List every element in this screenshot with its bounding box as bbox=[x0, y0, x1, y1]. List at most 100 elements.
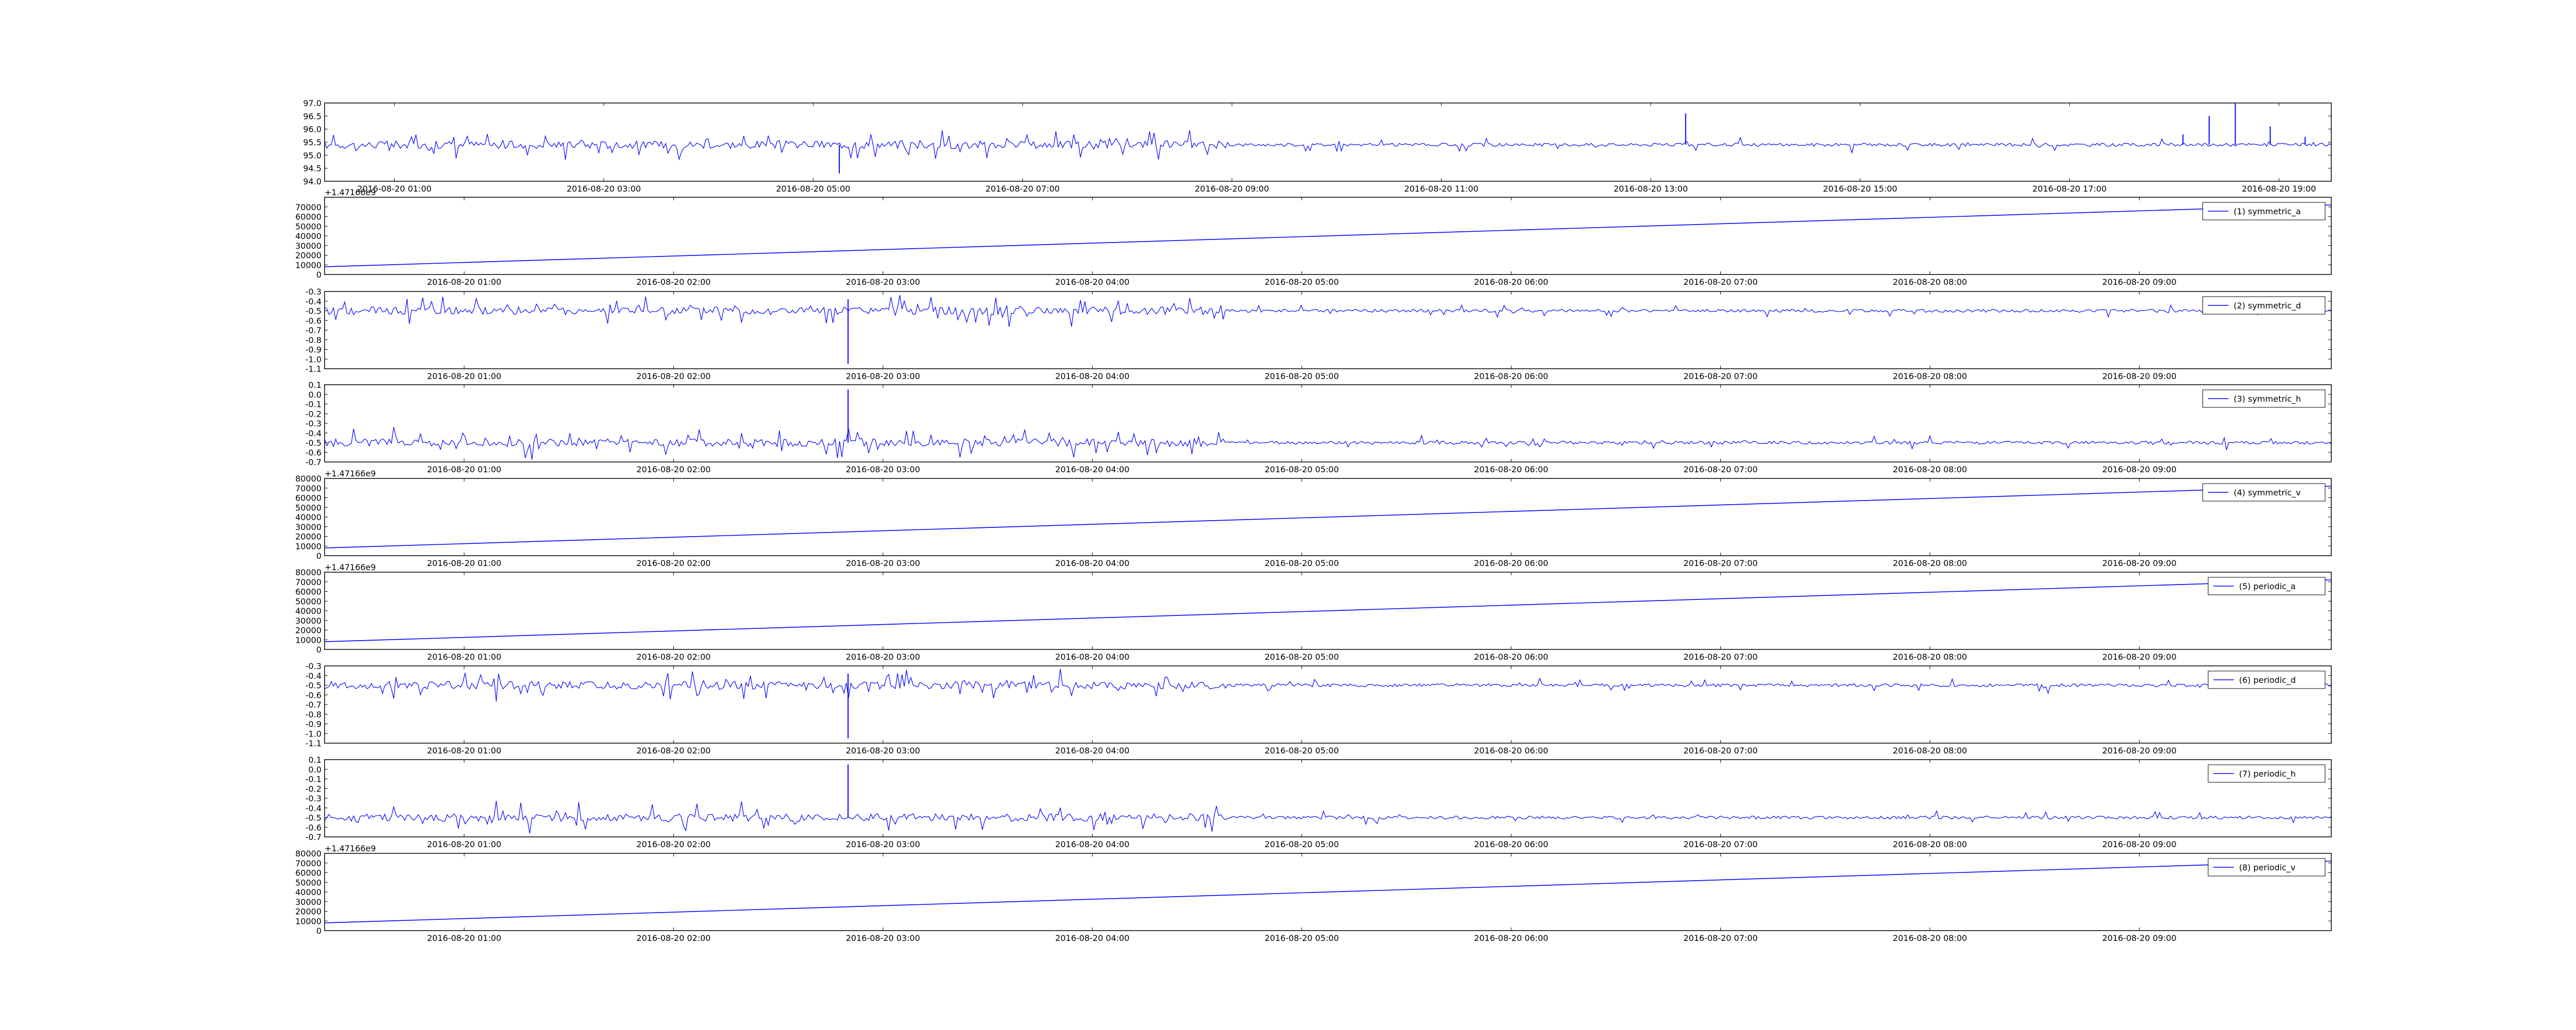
y-tick-label: 0 bbox=[316, 551, 321, 561]
chart-panel-9: 0100002000030000400005000060000700008000… bbox=[295, 844, 2332, 943]
x-tick-label: 2016-08-20 06:00 bbox=[1474, 933, 1548, 943]
y-tick-label: 70000 bbox=[295, 484, 321, 493]
x-tick-label: 2016-08-20 01:00 bbox=[427, 933, 501, 943]
x-tick-label: 2016-08-20 01:00 bbox=[427, 746, 501, 756]
x-tick-label: 2016-08-20 02:00 bbox=[636, 839, 710, 849]
y-tick-label: -0.4 bbox=[306, 803, 321, 813]
x-tick-label: 2016-08-20 04:00 bbox=[1055, 277, 1129, 287]
y-tick-label: -0.4 bbox=[306, 671, 321, 681]
legend-label: (7) periodic_h bbox=[2239, 769, 2296, 779]
x-tick-label: 2016-08-20 09:00 bbox=[2102, 652, 2176, 662]
y-tick-label: 95.5 bbox=[303, 138, 321, 147]
noise-trace bbox=[324, 427, 2332, 460]
y-tick-label: -1.0 bbox=[306, 354, 321, 364]
legend-label: (8) periodic_v bbox=[2239, 863, 2295, 873]
y-tick-label: 60000 bbox=[295, 493, 321, 503]
y-tick-label: 80000 bbox=[295, 849, 321, 859]
legend-label: (3) symmetric_h bbox=[2234, 394, 2301, 404]
trend-line bbox=[324, 579, 2332, 642]
y-tick-label: -0.1 bbox=[306, 775, 321, 784]
y-tick-label: -0.9 bbox=[306, 345, 321, 355]
x-tick-label: 2016-08-20 15:00 bbox=[1823, 184, 1897, 194]
x-tick-label: 2016-08-20 04:00 bbox=[1055, 371, 1129, 381]
x-tick-label: 2016-08-20 09:00 bbox=[2102, 277, 2176, 287]
y-tick-label: -0.2 bbox=[306, 784, 321, 794]
y-tick-label: 10000 bbox=[295, 541, 321, 551]
noise-trace bbox=[324, 668, 2332, 701]
y-tick-label: 40000 bbox=[295, 887, 321, 897]
x-tick-label: 2016-08-20 03:00 bbox=[846, 465, 920, 474]
trend-line bbox=[324, 204, 2332, 267]
y-tick-label: -1.1 bbox=[306, 364, 321, 374]
y-tick-label: -0.5 bbox=[306, 306, 321, 316]
legend: (7) periodic_h bbox=[2208, 764, 2326, 783]
y-tick-label: 0 bbox=[316, 270, 321, 280]
x-tick-label: 2016-08-20 03:00 bbox=[846, 746, 920, 756]
offset-label: +1.47166e9 bbox=[325, 469, 376, 478]
x-tick-label: 2016-08-20 05:00 bbox=[776, 184, 850, 194]
y-tick-label: 60000 bbox=[295, 868, 321, 878]
x-tick-label: 2016-08-20 19:00 bbox=[2242, 184, 2316, 194]
x-tick-label: 2016-08-20 11:00 bbox=[1404, 184, 1479, 194]
x-tick-label: 2016-08-20 01:00 bbox=[427, 652, 501, 662]
y-tick-label: -0.9 bbox=[306, 719, 321, 729]
y-tick-label: 96.0 bbox=[303, 125, 321, 134]
y-tick-label: -0.1 bbox=[306, 400, 321, 409]
chart-panel-7: -1.1-1.0-0.9-0.8-0.7-0.6-0.5-0.4-0.3 2016… bbox=[306, 661, 2332, 756]
x-tick-label: 2016-08-20 04:00 bbox=[1055, 652, 1129, 662]
series-line bbox=[324, 579, 2332, 642]
x-tick-label: 2016-08-20 07:00 bbox=[1683, 746, 1757, 756]
y-tick-label: 20000 bbox=[295, 907, 321, 917]
y-tick-label: -1.0 bbox=[306, 729, 321, 739]
x-tick-label: 2016-08-20 05:00 bbox=[1265, 465, 1339, 474]
noise-trace bbox=[324, 295, 2332, 327]
x-tick-label: 2016-08-20 04:00 bbox=[1055, 558, 1129, 568]
y-tick-label: 94.0 bbox=[303, 177, 321, 186]
x-tick-label: 2016-08-20 02:00 bbox=[636, 371, 710, 381]
x-tick-label: 2016-08-20 08:00 bbox=[1893, 465, 1967, 474]
x-tick-label: 2016-08-20 05:00 bbox=[1265, 277, 1339, 287]
series-line bbox=[324, 486, 2332, 548]
chart-panel-1: 94.0 94.5 95.0 95.5 96.0 96.5 97.0 2016-08-20 0… bbox=[303, 98, 2332, 194]
x-tick-label: 2016-08-20 08:00 bbox=[1893, 277, 1967, 287]
x-tick-label: 2016-08-20 06:00 bbox=[1474, 652, 1548, 662]
x-tick-label: 2016-08-20 03:00 bbox=[567, 184, 641, 194]
y-tick-label: 10000 bbox=[295, 260, 321, 270]
y-tick-label: 0.1 bbox=[309, 755, 321, 765]
legend-label: (5) periodic_a bbox=[2239, 581, 2296, 592]
axes-frame bbox=[324, 384, 2332, 462]
offset-label: +1.47166e9 bbox=[325, 187, 376, 197]
legend: (1) symmetric_a bbox=[2202, 202, 2326, 220]
x-tick-label: 2016-08-20 07:00 bbox=[1683, 839, 1757, 849]
x-tick-label: 2016-08-20 05:00 bbox=[1265, 746, 1339, 756]
x-tick-label: 2016-08-20 02:00 bbox=[636, 277, 710, 287]
y-tick-label: 0.0 bbox=[309, 765, 321, 775]
y-tick-label: -0.5 bbox=[306, 681, 321, 691]
y-tick-label: 30000 bbox=[295, 897, 321, 907]
x-tick-label: 2016-08-20 06:00 bbox=[1474, 277, 1548, 287]
trend-line bbox=[324, 486, 2332, 548]
y-tick-label: 0 bbox=[316, 926, 321, 936]
noise-trace bbox=[324, 800, 2332, 834]
y-tick-label: 50000 bbox=[295, 878, 321, 887]
y-tick-label: 40000 bbox=[295, 231, 321, 241]
x-tick-label: 2016-08-20 03:00 bbox=[846, 371, 920, 381]
y-tick-label: 20000 bbox=[295, 626, 321, 636]
y-tick-label: -0.7 bbox=[306, 457, 321, 467]
x-tick-label: 2016-08-20 17:00 bbox=[2032, 184, 2107, 194]
legend-label: (6) periodic_d bbox=[2239, 675, 2296, 685]
y-tick-label: 94.5 bbox=[303, 164, 321, 174]
y-tick-label: -0.3 bbox=[306, 794, 321, 803]
chart-panel-5: 0100002000030000400005000060000700008000… bbox=[295, 469, 2332, 568]
figure: 94.0 94.5 95.0 95.5 96.0 96.5 97.0 2016-08-20 0… bbox=[295, 98, 2332, 943]
x-tick-label: 2016-08-20 06:00 bbox=[1474, 558, 1548, 568]
series-line bbox=[324, 295, 2332, 364]
y-tick-label: 97.0 bbox=[303, 98, 321, 108]
y-tick-label: 10000 bbox=[295, 635, 321, 645]
y-tick-label: -0.6 bbox=[306, 822, 321, 832]
y-tick-label: -0.7 bbox=[306, 325, 321, 335]
y-tick-label: -0.5 bbox=[306, 438, 321, 448]
x-tick-label: 2016-08-20 08:00 bbox=[1893, 652, 1967, 662]
x-tick-label: 2016-08-20 02:00 bbox=[636, 746, 710, 756]
legend: (3) symmetric_h bbox=[2202, 389, 2326, 408]
